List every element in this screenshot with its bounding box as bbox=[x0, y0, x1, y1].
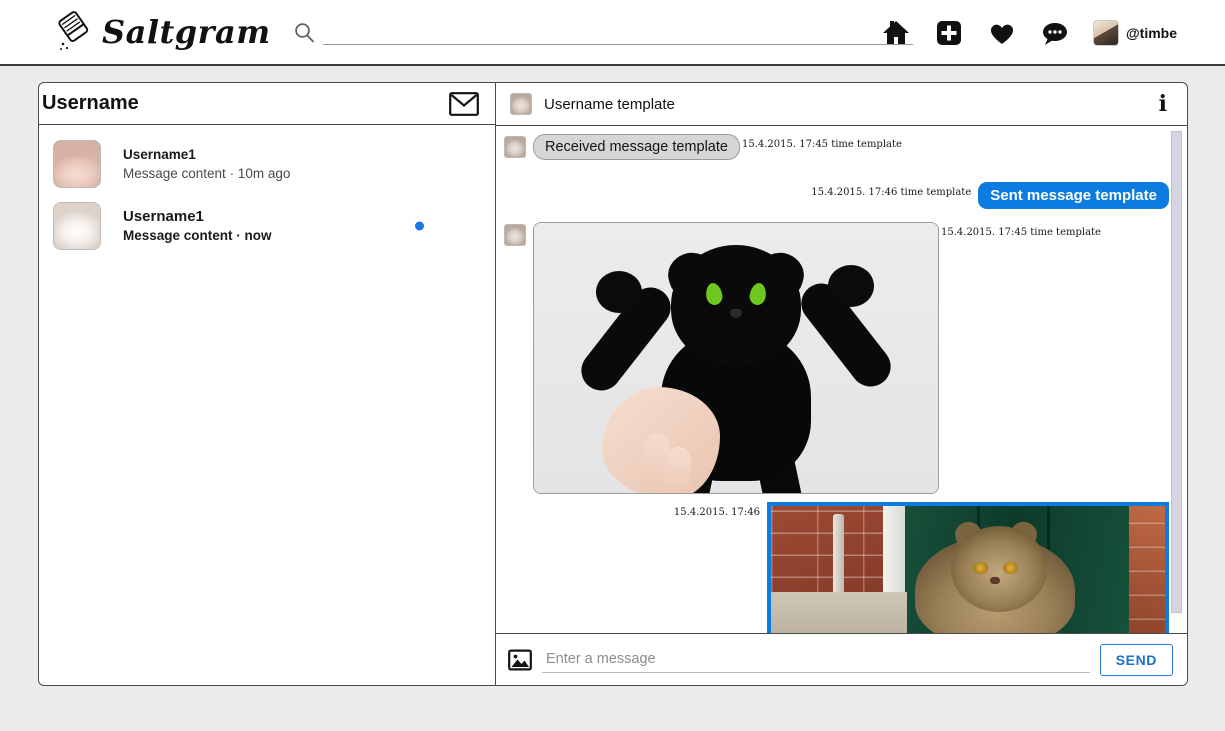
image-icon[interactable] bbox=[508, 648, 532, 672]
nav-icon-group: @timbe bbox=[881, 0, 1177, 66]
sent-message-bubble[interactable]: Sent message template bbox=[978, 182, 1169, 209]
list-item[interactable]: Username1 Message content · 10m ago bbox=[39, 133, 495, 195]
message-timestamp: 15.4.2015. 17:45 time template bbox=[941, 227, 1101, 238]
brand-logo-area[interactable]: Saltgram bbox=[54, 11, 271, 53]
salt-shaker-icon bbox=[54, 11, 96, 53]
list-item[interactable]: Username1 Message content · now bbox=[39, 195, 495, 257]
account-menu[interactable]: @timbe bbox=[1093, 20, 1177, 46]
received-message-bubble[interactable]: Received message template bbox=[533, 134, 740, 160]
home-icon[interactable] bbox=[881, 18, 911, 48]
message-row: 15.4.2015. 17:46 bbox=[496, 502, 1187, 633]
conversation-name: Username1 bbox=[123, 208, 204, 225]
avatar bbox=[1093, 20, 1119, 46]
messages-panel: Username Username1 Message content · 10m… bbox=[38, 82, 1188, 686]
top-navigation-bar: Saltgram @timbe bbox=[0, 0, 1225, 66]
envelope-icon[interactable] bbox=[449, 91, 479, 116]
account-handle: @timbe bbox=[1126, 25, 1177, 41]
page-title: Username bbox=[42, 92, 139, 114]
message-input[interactable] bbox=[542, 646, 1090, 673]
received-image-message[interactable] bbox=[533, 222, 939, 494]
chat-column: Username template i Received message tem… bbox=[496, 83, 1187, 685]
conversation-list-column: Username Username1 Message content · 10m… bbox=[39, 83, 496, 685]
message-timestamp: 15.4.2015. 17:46 time template bbox=[811, 187, 972, 198]
avatar bbox=[53, 140, 101, 188]
conversation-list-header: Username bbox=[39, 83, 495, 125]
chat-header: Username template i bbox=[496, 83, 1187, 126]
avatar bbox=[510, 93, 532, 115]
chat-bubble-icon[interactable] bbox=[1040, 18, 1070, 48]
message-timestamp: 15.4.2015. 17:46 bbox=[673, 507, 760, 518]
add-post-icon[interactable] bbox=[934, 18, 964, 48]
search-input[interactable] bbox=[322, 19, 913, 45]
search-bar[interactable] bbox=[293, 19, 913, 45]
message-timestamp: 15.4.2015. 17:45 time template bbox=[741, 139, 902, 150]
message-scrollbar-track[interactable] bbox=[1171, 128, 1185, 631]
send-button[interactable]: SEND bbox=[1099, 643, 1173, 676]
message-row: 15.4.2015. 17:46 time template Sent mess… bbox=[496, 182, 1187, 209]
avatar bbox=[504, 136, 526, 158]
message-thread: Received message template 15.4.2015. 17:… bbox=[496, 126, 1187, 633]
chat-title: Username template bbox=[544, 95, 675, 113]
message-row: 15.4.2015. 17:45 time template bbox=[496, 222, 1187, 494]
conversation-name: Username1 bbox=[123, 147, 196, 162]
unread-indicator-dot bbox=[415, 221, 424, 231]
conversation-list: Username1 Message content · 10m ago User… bbox=[39, 125, 495, 685]
message-scrollbar-thumb[interactable] bbox=[1171, 131, 1182, 613]
sent-image-message[interactable] bbox=[767, 502, 1169, 633]
conversation-preview: Message content · now bbox=[123, 228, 272, 243]
avatar bbox=[504, 224, 526, 246]
heart-icon[interactable] bbox=[987, 18, 1017, 48]
conversation-preview: Message content · 10m ago bbox=[123, 166, 291, 181]
search-icon bbox=[293, 21, 315, 43]
avatar bbox=[53, 202, 101, 250]
brand-name: Saltgram bbox=[102, 13, 271, 51]
info-icon[interactable]: i bbox=[1155, 93, 1171, 115]
message-composer: SEND bbox=[496, 633, 1187, 685]
message-row: Received message template 15.4.2015. 17:… bbox=[496, 134, 1187, 160]
